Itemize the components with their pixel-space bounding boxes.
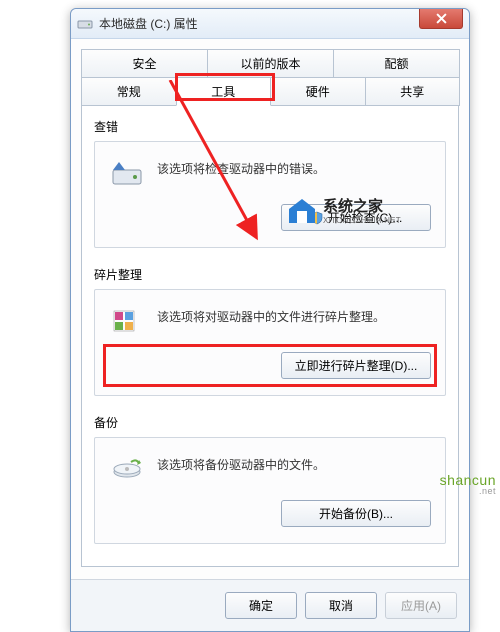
start-backup-label: 开始备份(B)... [319, 505, 393, 522]
defrag-now-button[interactable]: 立即进行碎片整理(D)... [281, 352, 431, 379]
tab-row-1: 安全 以前的版本 配额 [81, 49, 459, 78]
tab-previous-versions[interactable]: 以前的版本 [207, 49, 334, 78]
tabs-container: 安全 以前的版本 配额 常规 工具 硬件 共享 查错 [81, 49, 459, 567]
defrag-label: 碎片整理 [94, 266, 446, 283]
group-check: 查错 该选项将检查驱动器中的错误。 [94, 118, 446, 248]
ok-button[interactable]: 确定 [225, 592, 297, 619]
tab-security[interactable]: 安全 [81, 49, 208, 78]
window-title: 本地磁盘 (C:) 属性 [99, 15, 198, 32]
check-label: 查错 [94, 118, 446, 135]
cancel-button[interactable]: 取消 [305, 592, 377, 619]
backup-desc: 该选项将备份驱动器中的文件。 [157, 452, 325, 473]
backup-label: 备份 [94, 414, 446, 431]
titlebar[interactable]: 本地磁盘 (C:) 属性 [71, 9, 469, 39]
start-check-label: 开始检查(C)... [328, 209, 403, 226]
window-controls [419, 9, 469, 29]
apply-button[interactable]: 应用(A) [385, 592, 457, 619]
tab-sharing[interactable]: 共享 [365, 77, 461, 106]
group-backup: 备份 该选项将备份驱动器中的文件。 开始备份(B)... [94, 414, 446, 544]
defrag-now-label: 立即进行碎片整理(D)... [295, 357, 418, 374]
tab-quota[interactable]: 配额 [333, 49, 460, 78]
defrag-box: 该选项将对驱动器中的文件进行碎片整理。 立即进行碎片整理(D)... [94, 289, 446, 396]
tab-hardware[interactable]: 硬件 [270, 77, 366, 106]
check-box: 该选项将检查驱动器中的错误。 开始检查(C)... [94, 141, 446, 248]
defrag-icon [109, 304, 145, 340]
tab-general[interactable]: 常规 [81, 77, 177, 106]
close-button[interactable] [419, 9, 463, 29]
properties-dialog: 本地磁盘 (C:) 属性 安全 以前的版本 配额 常规 工具 硬件 共享 [70, 8, 470, 632]
start-backup-button[interactable]: 开始备份(B)... [281, 500, 431, 527]
watermark-shancun: shancun.net [440, 472, 496, 496]
group-defrag: 碎片整理 [94, 266, 446, 396]
tools-panel: 查错 该选项将检查驱动器中的错误。 [81, 106, 459, 567]
defrag-desc: 该选项将对驱动器中的文件进行碎片整理。 [157, 304, 385, 325]
dialog-content: 安全 以前的版本 配额 常规 工具 硬件 共享 查错 [71, 39, 469, 579]
shield-icon [310, 211, 324, 225]
tab-tools[interactable]: 工具 [176, 77, 272, 106]
dialog-footer: 确定 取消 应用(A) [71, 579, 469, 631]
tab-row-2: 常规 工具 硬件 共享 [81, 77, 459, 106]
drive-icon [77, 16, 93, 32]
start-check-button[interactable]: 开始检查(C)... [281, 204, 431, 231]
backup-box: 该选项将备份驱动器中的文件。 开始备份(B)... [94, 437, 446, 544]
check-desc: 该选项将检查驱动器中的错误。 [157, 156, 325, 177]
check-disk-icon [109, 156, 145, 192]
backup-icon [109, 452, 145, 488]
